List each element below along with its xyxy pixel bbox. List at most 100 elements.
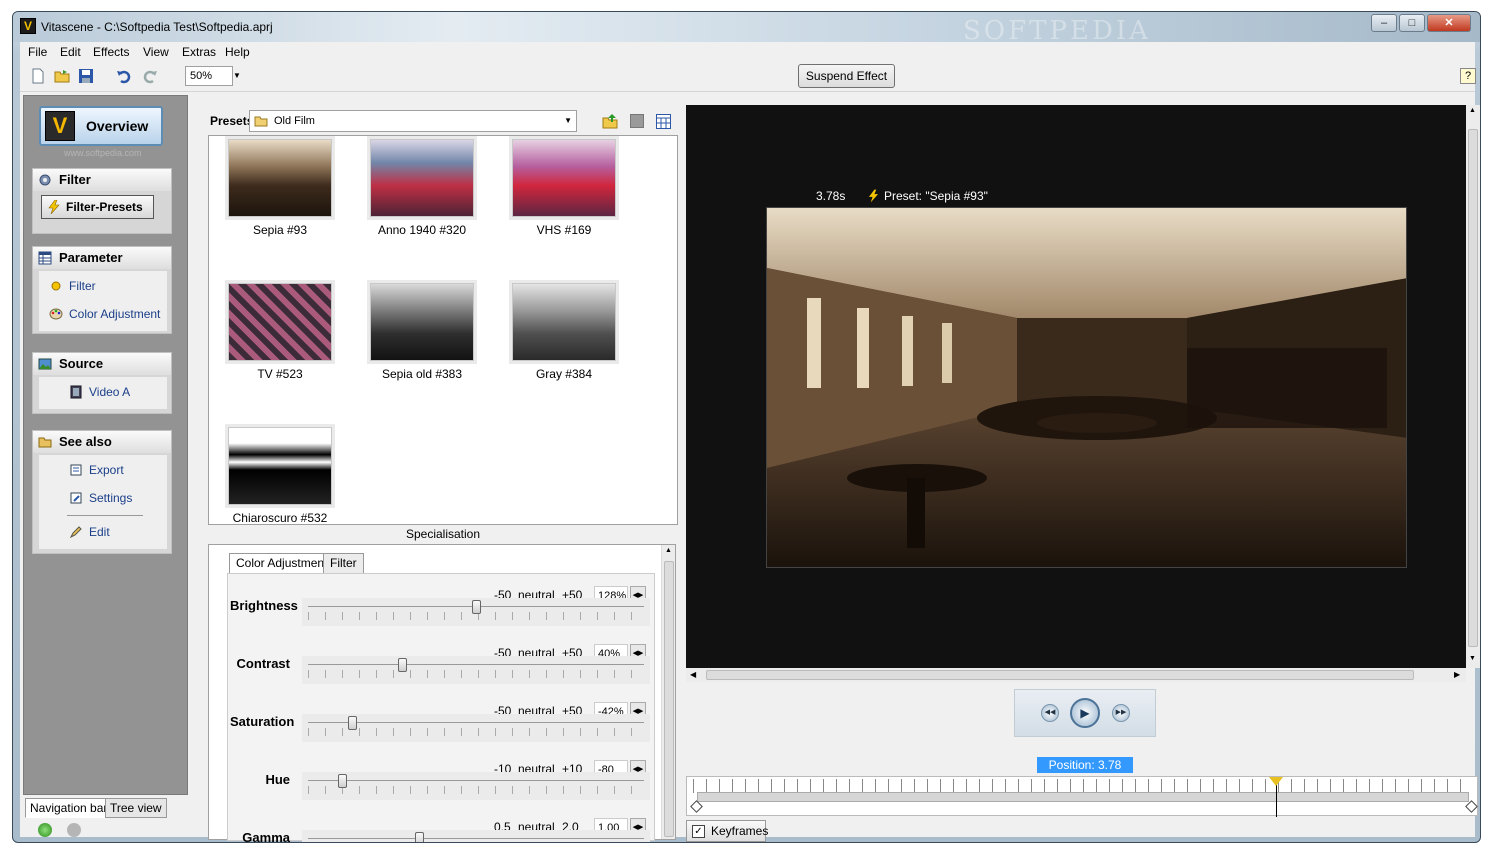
preset-thumbnail[interactable] xyxy=(228,283,332,361)
preset-thumbnail[interactable] xyxy=(228,139,332,217)
preset-thumbnail[interactable] xyxy=(370,283,474,361)
keyframe-end-icon[interactable] xyxy=(1465,800,1478,813)
playhead-handle-icon[interactable] xyxy=(1269,777,1283,786)
sidebar-item-filter[interactable]: Filter xyxy=(39,275,167,297)
grid-view-icon[interactable] xyxy=(656,114,671,129)
param-slider[interactable] xyxy=(302,598,650,626)
keyframe-start-icon[interactable] xyxy=(690,800,703,813)
slider-thumb[interactable] xyxy=(337,774,347,788)
source-list: Video A xyxy=(39,377,167,409)
presets-label: Presets xyxy=(210,114,254,128)
tab-navigation-bar[interactable]: Navigation bar xyxy=(25,798,113,818)
back-arrow-icon[interactable] xyxy=(38,823,52,837)
timeline-ticks xyxy=(693,779,1469,793)
param-slider[interactable] xyxy=(302,714,650,742)
scroll-down-icon[interactable]: ▼ xyxy=(1469,655,1476,662)
preset-thumbnail[interactable] xyxy=(512,283,616,361)
minimize-button[interactable]: – xyxy=(1371,14,1397,32)
preset-thumbnail[interactable] xyxy=(370,139,474,217)
zoom-select[interactable]: 50% xyxy=(185,66,233,86)
scroll-up-icon[interactable]: ▲ xyxy=(1469,107,1476,114)
menu-help[interactable]: Help xyxy=(225,45,250,59)
menu-effects[interactable]: Effects xyxy=(93,45,129,59)
timeline[interactable] xyxy=(686,776,1478,817)
maximize-button[interactable]: □ xyxy=(1399,14,1425,32)
menu-extras[interactable]: Extras xyxy=(182,45,216,59)
redo-icon[interactable] xyxy=(142,68,158,84)
preset-label: TV #523 xyxy=(257,367,303,381)
large-view-icon[interactable] xyxy=(630,114,644,128)
sidebar-item-video-a[interactable]: Video A xyxy=(39,381,167,403)
scroll-up-icon[interactable]: ▲ xyxy=(665,547,672,554)
overview-button[interactable]: V Overview xyxy=(39,106,163,146)
menu-edit[interactable]: Edit xyxy=(60,45,81,59)
param-slider[interactable] xyxy=(302,656,650,684)
sidebar-item-settings[interactable]: Settings xyxy=(39,487,167,509)
preset-thumbnail[interactable] xyxy=(228,427,332,505)
param-slider[interactable] xyxy=(302,830,650,842)
scrollbar[interactable]: ▲ xyxy=(661,545,675,839)
video-frame xyxy=(766,207,1407,568)
image-icon xyxy=(38,358,52,370)
app-logo-icon: V xyxy=(20,18,36,34)
preset-label: VHS #169 xyxy=(536,223,592,237)
preset-label: Chiaroscuro #532 xyxy=(232,511,328,525)
horizontal-scrollbar[interactable]: ◀ ▶ xyxy=(686,668,1466,682)
sidebar-item-label: Edit xyxy=(89,525,110,539)
filter-presets-button[interactable]: Filter-Presets xyxy=(41,195,154,219)
tab-filter[interactable]: Filter xyxy=(323,553,364,574)
slider-thumb[interactable] xyxy=(414,832,424,842)
see-also-group: See also Export Settings Edit xyxy=(32,430,172,554)
timeline-track[interactable] xyxy=(697,792,1469,802)
tab-tree-view[interactable]: Tree view xyxy=(105,798,167,818)
new-file-icon[interactable] xyxy=(30,68,46,84)
presets-folder-select[interactable]: Old Film ▼ xyxy=(249,110,577,132)
video-preview: 3.78s Preset: "Sepia #93" xyxy=(686,105,1466,668)
slider-ticks xyxy=(308,786,644,794)
specialisation-tabs: Color Adjustment Filter xyxy=(229,553,644,575)
slider-thumb[interactable] xyxy=(472,600,481,614)
help-icon[interactable]: ? xyxy=(1460,68,1476,84)
menu-file[interactable]: File xyxy=(28,45,47,59)
parameter-group: Parameter Filter Color Adjustment xyxy=(32,246,172,334)
scroll-left-icon[interactable]: ◀ xyxy=(690,670,696,679)
save-icon[interactable] xyxy=(78,68,94,84)
open-folder-icon[interactable] xyxy=(54,68,70,84)
slider-thumb[interactable] xyxy=(347,716,357,730)
preset-label: Anno 1940 #320 xyxy=(377,223,467,237)
chevron-down-icon[interactable]: ▼ xyxy=(233,66,245,86)
folder-icon xyxy=(38,437,52,448)
scrollbar-thumb[interactable] xyxy=(706,670,1414,680)
app-window: V Vitascene - C:\Softpedia Test\Softpedi… xyxy=(12,11,1481,843)
scrollbar-thumb[interactable] xyxy=(664,561,674,837)
sidebar-item-export[interactable]: Export xyxy=(39,459,167,481)
param-slider[interactable] xyxy=(302,772,650,800)
param-row-hue: Hue -10 neutral +10 -80 ◀▶ xyxy=(228,756,656,812)
scroll-right-icon[interactable]: ▶ xyxy=(1454,670,1460,679)
vertical-scrollbar[interactable]: ▲ ▼ xyxy=(1466,105,1480,668)
forward-icon[interactable] xyxy=(67,823,81,837)
keyframes-checkbox[interactable]: ✓ xyxy=(692,825,705,838)
menu-view[interactable]: View xyxy=(143,45,169,59)
sidebar-item-edit[interactable]: Edit xyxy=(39,521,167,543)
next-frame-button[interactable]: ▶▶ xyxy=(1112,704,1130,722)
specialisation-panel: Color Adjustment Filter Brightness -50 neu… xyxy=(208,544,676,842)
undo-icon[interactable] xyxy=(116,68,132,84)
toolbar: 50% ▼ Suspend Effect ? xyxy=(20,62,1476,92)
suspend-effect-button[interactable]: Suspend Effect xyxy=(798,64,895,88)
close-button[interactable]: ✕ xyxy=(1427,14,1471,32)
scrollbar-thumb[interactable] xyxy=(1468,129,1478,647)
sepia-ballroom-image xyxy=(767,208,1406,567)
previous-frame-button[interactable]: ◀◀ xyxy=(1041,704,1059,722)
preset-thumbnail[interactable] xyxy=(512,139,616,217)
tab-color-adjustment[interactable]: Color Adjustment xyxy=(229,553,335,574)
folder-up-icon[interactable] xyxy=(602,113,618,129)
slider-thumb[interactable] xyxy=(398,658,408,672)
play-button[interactable]: ▶ xyxy=(1070,698,1100,728)
playback-controls: ◀◀ ▶ ▶▶ xyxy=(1014,689,1156,737)
lightning-icon xyxy=(868,189,879,203)
source-title: Source xyxy=(59,356,104,371)
keyframes-toggle[interactable]: ✓ Keyframes xyxy=(686,820,768,842)
sidebar-item-color-adjustment[interactable]: Color Adjustment xyxy=(39,303,167,325)
see-also-list: Export Settings Edit xyxy=(39,455,167,549)
